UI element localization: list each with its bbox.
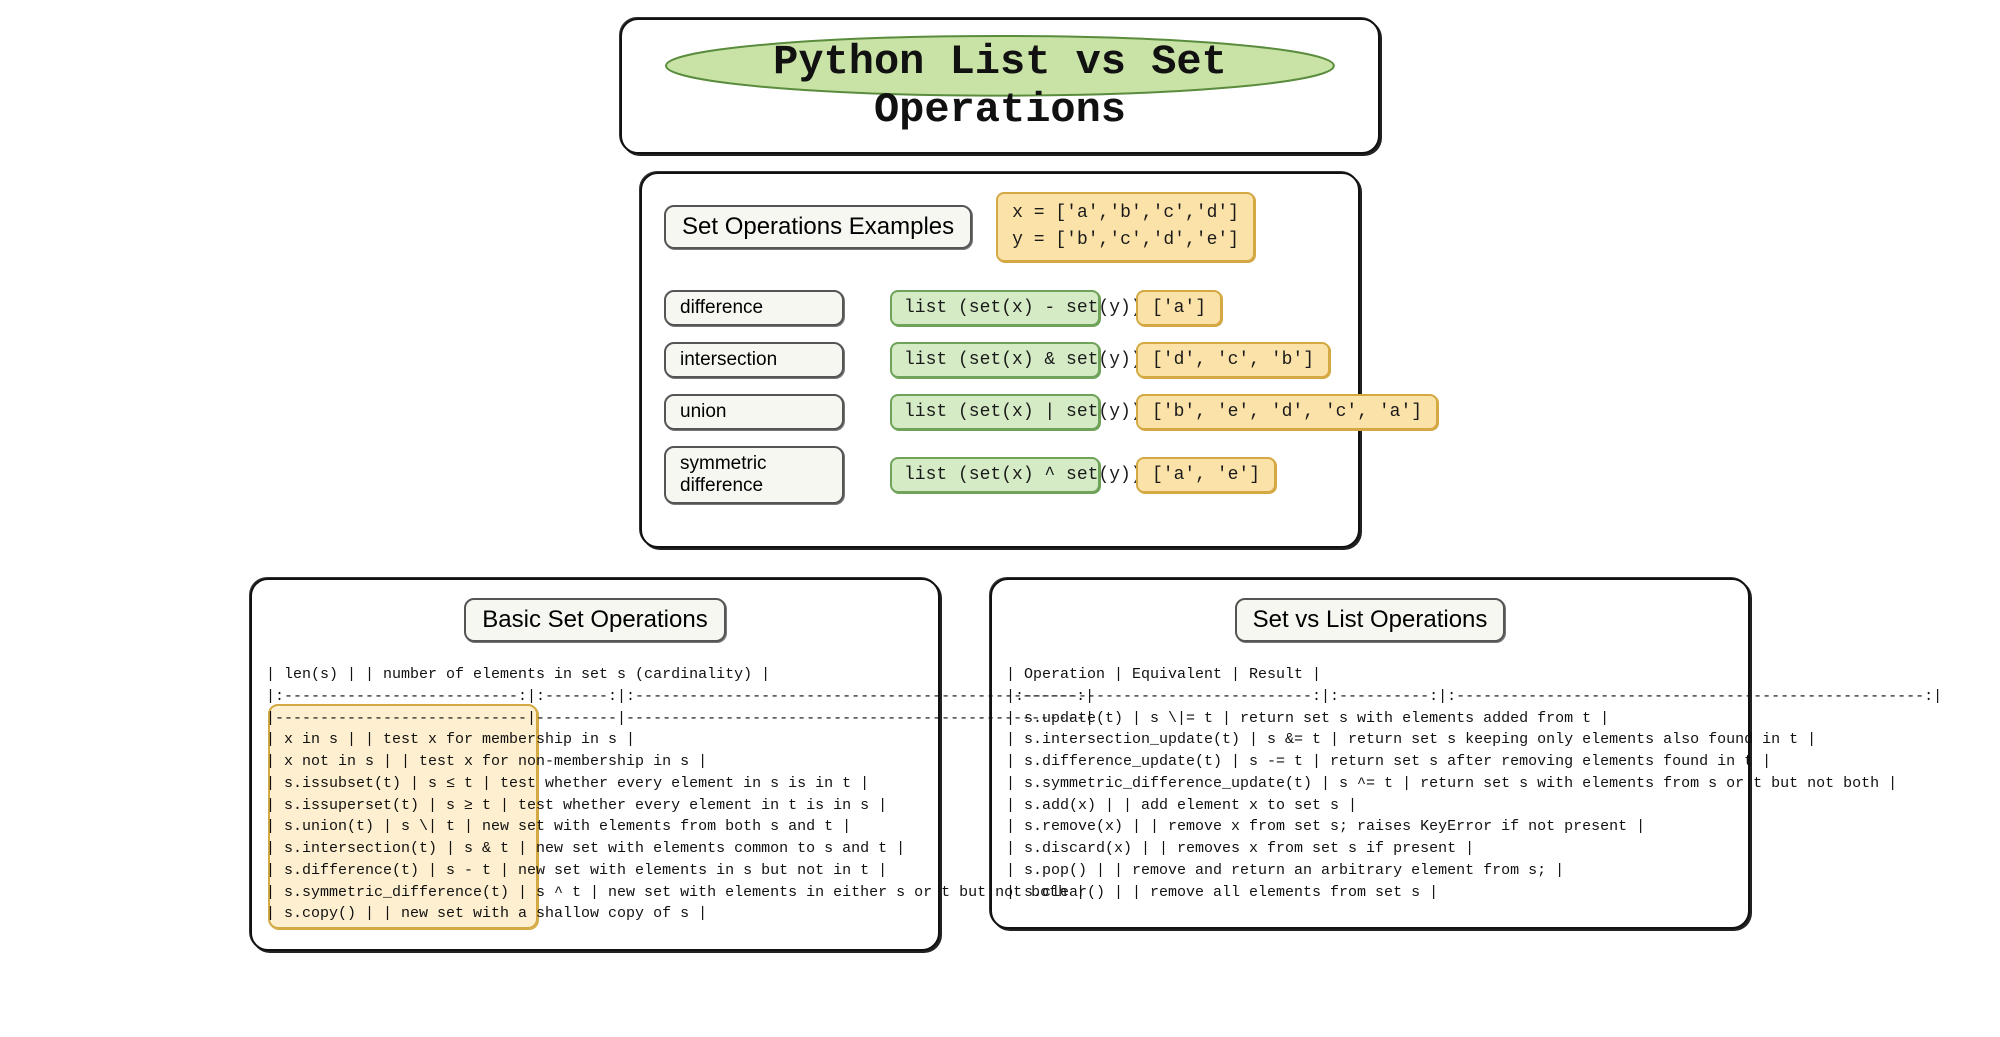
- table-row: | s.difference_update(t) | s -= t | retu…: [1006, 751, 1734, 773]
- table-row: | s.intersection_update(t) | s &= t | re…: [1006, 729, 1734, 751]
- title-panel: Python List vs Set Operations: [620, 18, 1380, 154]
- setvlist-table: | Operation | Equivalent | Result ||:---…: [1006, 664, 1734, 903]
- table-row: | s.clear() | | remove all elements from…: [1006, 882, 1734, 904]
- basic-set-panel: Basic Set Operations | len(s) | | number…: [250, 578, 940, 951]
- basic-header: Basic Set Operations: [464, 598, 725, 642]
- example-code: list (set(x) & set(y)): [890, 342, 1100, 378]
- table-row: | s.add(x) | | add element x to set s |: [1006, 795, 1734, 817]
- table-row: | s.intersection(t) | s & t | new set wi…: [266, 838, 924, 860]
- y-definition: y = ['b','c','d','e']: [1012, 230, 1239, 250]
- example-code: list (set(x) - set(y)): [890, 290, 1100, 326]
- example-label: intersection: [664, 342, 844, 378]
- table-row: | s.issubset(t) | s ≤ t | test whether e…: [266, 773, 924, 795]
- table-separator: |:--------------------------------:|:---…: [1006, 686, 1734, 708]
- example-row: unionlist (set(x) | set(y))['b', 'e', 'd…: [664, 394, 1336, 430]
- table-row: | s.remove(x) | | remove x from set s; r…: [1006, 816, 1734, 838]
- table-separator: |:--------------------------:|:-------:|…: [266, 686, 924, 708]
- example-code: list (set(x) | set(y)): [890, 394, 1100, 430]
- setvlist-header: Set vs List Operations: [1235, 598, 1506, 642]
- table-separator: |----------------------------|---------|…: [266, 708, 924, 730]
- example-row: symmetric difference list (set(x) ^ set(y…: [664, 446, 1336, 504]
- set-vs-list-panel: Set vs List Operations | Operation | Equ…: [990, 578, 1750, 929]
- table-row: | s.pop() | | remove and return an arbit…: [1006, 860, 1734, 882]
- example-result: ['a']: [1136, 290, 1222, 326]
- table-row: | s.symmetric_difference_update(t) | s ^…: [1006, 773, 1734, 795]
- xy-definitions: x = ['a','b','c','d'] y = ['b','c','d','…: [996, 192, 1255, 262]
- examples-panel: Set Operations Examples x = ['a','b','c'…: [640, 172, 1360, 548]
- table-row: | s.discard(x) | | removes x from set s …: [1006, 838, 1734, 860]
- table-row: | x not in s | | test x for non-membersh…: [266, 751, 924, 773]
- table-row: | s.issuperset(t) | s ≥ t | test whether…: [266, 795, 924, 817]
- example-label: symmetric difference: [664, 446, 844, 504]
- table-header-row: | Operation | Equivalent | Result |: [1006, 664, 1734, 686]
- page-title: Python List vs Set Operations: [652, 38, 1348, 134]
- example-result: ['d', 'c', 'b']: [1136, 342, 1330, 378]
- table-row: | s.difference(t) | s - t | new set with…: [266, 860, 924, 882]
- table-row: | len(s) | | number of elements in set s…: [266, 664, 924, 686]
- example-result: ['b', 'e', 'd', 'c', 'a']: [1136, 394, 1438, 430]
- example-row: difference list (set(x) - set(y)) ['a']: [664, 290, 1336, 326]
- example-label: union: [664, 394, 844, 430]
- example-row: intersection list (set(x) & set(y)) ['d', …: [664, 342, 1336, 378]
- example-result: ['a', 'e']: [1136, 457, 1276, 493]
- table-row: | s.symmetric_difference(t) | s ^ t | ne…: [266, 882, 924, 904]
- table-row: | x in s | | test x for membership in s …: [266, 729, 924, 751]
- examples-header: Set Operations Examples: [664, 205, 972, 249]
- x-definition: x = ['a','b','c','d']: [1012, 203, 1239, 223]
- basic-table: | len(s) | | number of elements in set s…: [266, 664, 924, 925]
- table-row: | s.update(t) | s \|= t | return set s w…: [1006, 708, 1734, 730]
- example-label: difference: [664, 290, 844, 326]
- example-code: list (set(x) ^ set(y)): [890, 457, 1100, 493]
- table-row: | s.union(t) | s \| t | new set with ele…: [266, 816, 924, 838]
- table-row: | s.copy() | | new set with a shallow co…: [266, 903, 924, 925]
